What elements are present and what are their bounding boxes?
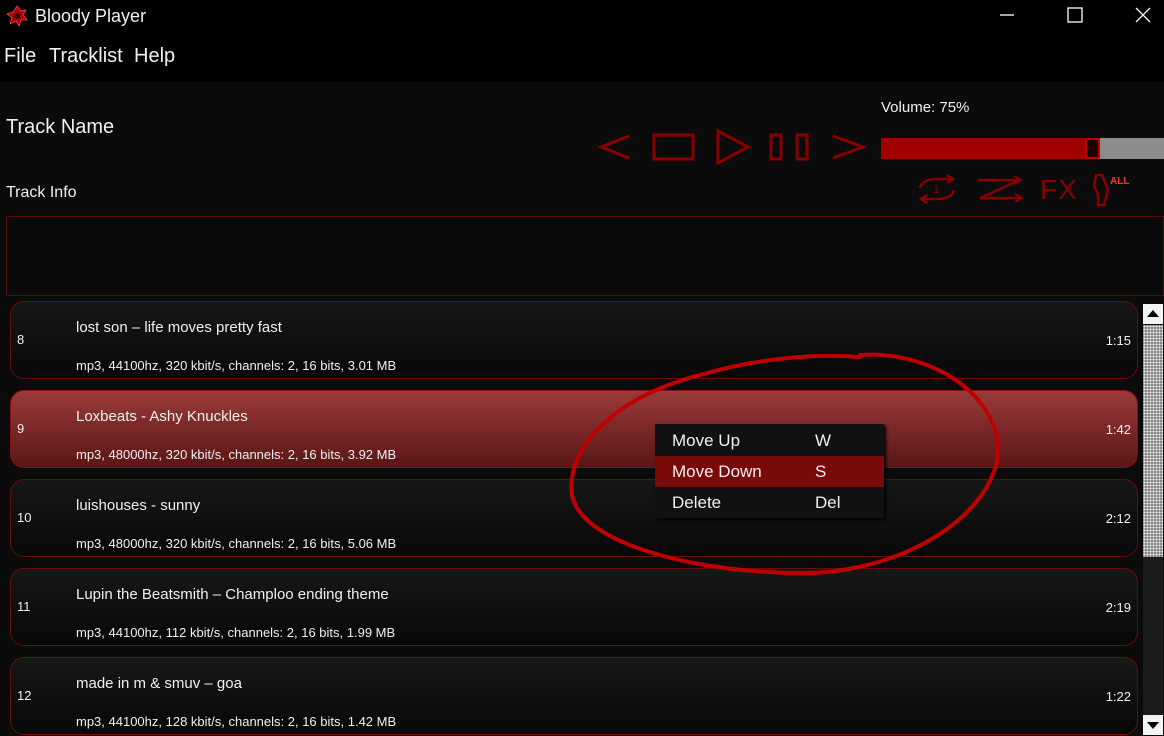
track-info-box <box>6 216 1164 296</box>
track-number: 8 <box>17 332 25 347</box>
tracklist[interactable]: 8 lost son – life moves pretty fast mp3,… <box>6 299 1142 736</box>
track-number: 9 <box>17 421 25 436</box>
close-button[interactable] <box>1120 0 1164 32</box>
context-menu-delete[interactable]: Delete Del <box>655 487 884 518</box>
scroll-down-button[interactable] <box>1143 715 1163 735</box>
fx-button[interactable]: FX <box>1040 174 1078 206</box>
pause-button[interactable] <box>768 132 812 162</box>
svg-text:1: 1 <box>933 184 939 196</box>
context-menu: Move Up W Move Down S Delete Del <box>655 424 884 518</box>
track-number: 10 <box>17 510 32 525</box>
track-title: Lupin the Beatsmith – Champloo ending th… <box>76 586 389 603</box>
track-number: 12 <box>17 688 32 703</box>
menu-file[interactable]: File <box>4 45 36 68</box>
arrow-up-icon <box>1147 310 1159 317</box>
menu-tracklist[interactable]: Tracklist <box>49 45 123 68</box>
track-meta: mp3, 44100hz, 128 kbit/s, channels: 2, 1… <box>76 714 397 729</box>
app-logo-icon <box>6 5 28 27</box>
track-name: Track Name <box>6 116 115 138</box>
play-button[interactable] <box>714 128 752 166</box>
track-meta: mp3, 44100hz, 320 kbit/s, channels: 2, 1… <box>76 358 397 373</box>
list-item[interactable]: 8 lost son – life moves pretty fast mp3,… <box>10 301 1138 379</box>
track-meta: mp3, 48000hz, 320 kbit/s, channels: 2, 1… <box>76 447 397 462</box>
repeat-one-icon[interactable]: 1 <box>914 174 960 204</box>
tracklist-scrollbar[interactable] <box>1142 303 1164 736</box>
arrow-down-icon <box>1147 722 1159 729</box>
menu-item-label: Delete <box>672 493 722 512</box>
track-title: lost son – life moves pretty fast <box>76 319 282 336</box>
track-title: Loxbeats - Ashy Knuckles <box>76 408 248 425</box>
context-menu-move-up[interactable]: Move Up W <box>655 425 884 456</box>
track-meta: mp3, 48000hz, 320 kbit/s, channels: 2, 1… <box>76 536 397 551</box>
next-button[interactable] <box>830 132 868 162</box>
volume-slider[interactable] <box>881 138 1164 159</box>
repeat-all-label: ALL <box>1110 176 1130 187</box>
title-bar: Bloody Player <box>0 0 1164 32</box>
window-title: Bloody Player <box>35 6 147 26</box>
scroll-thumb[interactable] <box>1143 325 1163 557</box>
track-duration: 2:19 <box>1105 600 1131 615</box>
minimize-button[interactable] <box>984 0 1030 32</box>
list-item[interactable]: 10 luishouses - sunny mp3, 48000hz, 320 … <box>10 479 1138 557</box>
menu-item-label: Move Down <box>672 462 762 481</box>
close-icon <box>1135 7 1151 23</box>
track-duration: 1:22 <box>1105 689 1131 704</box>
volume-label: Volume: 75% <box>881 99 970 116</box>
shortcut-key: Del <box>815 493 841 512</box>
track-duration: 1:42 <box>1105 422 1131 437</box>
track-duration: 2:12 <box>1105 511 1131 526</box>
menu-help[interactable]: Help <box>134 45 175 68</box>
volume-fill <box>881 138 1093 159</box>
track-duration: 1:15 <box>1105 333 1131 348</box>
menu-item-label: Move Up <box>672 431 741 450</box>
list-item-selected[interactable]: 9 Loxbeats - Ashy Knuckles mp3, 48000hz,… <box>10 390 1138 468</box>
list-item[interactable]: 12 made in m & smuv – goa mp3, 44100hz, … <box>10 657 1138 735</box>
maximize-icon <box>1067 7 1083 23</box>
scroll-track-lower[interactable] <box>1143 557 1163 715</box>
stop-button[interactable] <box>652 132 696 162</box>
menu-bar: File Tracklist Help <box>0 32 1164 82</box>
volume-thumb[interactable] <box>1085 138 1100 159</box>
track-meta: mp3, 44100hz, 112 kbit/s, channels: 2, 1… <box>76 625 396 640</box>
maximize-button[interactable] <box>1052 0 1098 32</box>
list-item[interactable]: 11 Lupin the Beatsmith – Champloo ending… <box>10 568 1138 646</box>
track-number: 11 <box>17 599 31 614</box>
scroll-up-button[interactable] <box>1143 304 1163 324</box>
minimize-icon <box>1000 14 1014 16</box>
track-info-label: Track Info <box>6 184 77 201</box>
shortcut-key: S <box>815 462 827 481</box>
shortcut-key: W <box>815 431 832 450</box>
previous-button[interactable] <box>596 132 632 162</box>
track-title: made in m & smuv – goa <box>76 675 242 692</box>
track-title: luishouses - sunny <box>76 497 201 514</box>
shuffle-icon[interactable] <box>974 176 1026 202</box>
context-menu-move-down[interactable]: Move Down S <box>655 456 884 487</box>
